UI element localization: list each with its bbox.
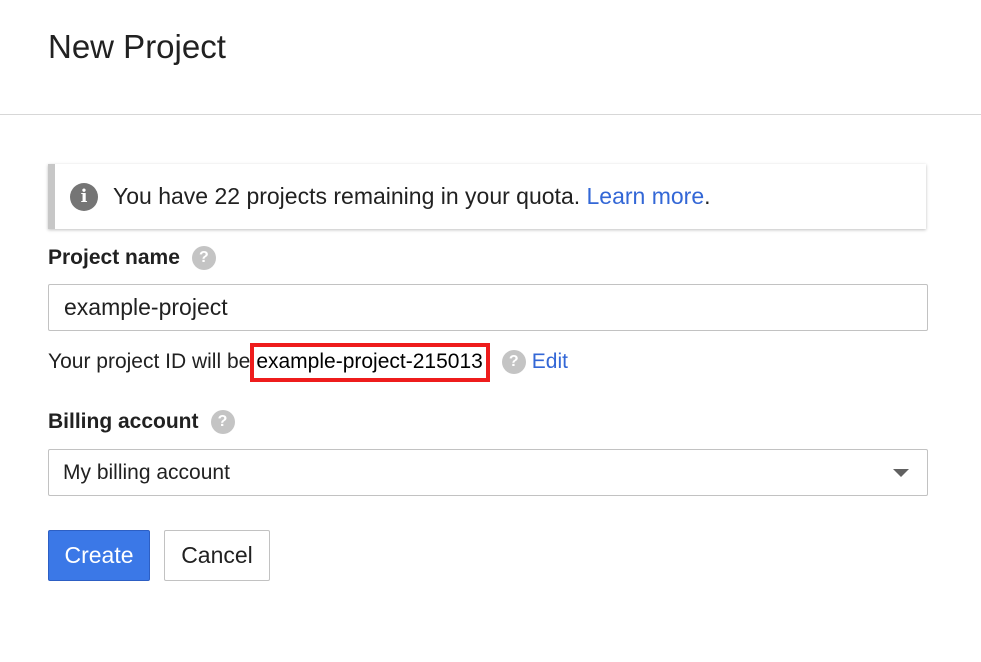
- project-name-label-row: Project name ?: [48, 246, 216, 270]
- cancel-button[interactable]: Cancel: [164, 530, 270, 581]
- project-id-help-icon[interactable]: ?: [501, 350, 526, 374]
- project-id-value: example-project-215013: [250, 342, 490, 382]
- edit-project-id-link[interactable]: Edit: [532, 350, 568, 374]
- project-name-input[interactable]: [48, 284, 928, 331]
- project-id-row: Your project ID will be example-project-…: [48, 340, 568, 384]
- page-header: New Project: [0, 0, 981, 115]
- quota-notice-message: You have 22 projects remaining in your q…: [113, 183, 587, 209]
- info-icon: i: [70, 182, 98, 211]
- billing-account-selected: My billing account: [63, 460, 230, 484]
- billing-account-label: Billing account: [48, 410, 199, 433]
- quota-notice: i You have 22 projects remaining in your…: [48, 164, 926, 229]
- project-name-label: Project name: [48, 246, 180, 269]
- billing-account-help-icon[interactable]: ?: [210, 410, 235, 434]
- billing-account-select[interactable]: My billing account: [48, 449, 928, 496]
- new-project-page: New Project i You have 22 projects remai…: [0, 0, 981, 662]
- billing-label-row: Billing account ?: [48, 410, 235, 434]
- project-id-prefix: Your project ID will be: [48, 350, 251, 373]
- learn-more-link[interactable]: Learn more: [587, 183, 705, 209]
- create-button[interactable]: Create: [48, 530, 150, 581]
- page-title: New Project: [48, 28, 226, 65]
- project-name-help-icon[interactable]: ?: [191, 246, 216, 270]
- quota-notice-text: You have 22 projects remaining in your q…: [113, 183, 711, 210]
- quota-notice-period: .: [704, 183, 711, 209]
- caret-down-icon: [893, 469, 909, 477]
